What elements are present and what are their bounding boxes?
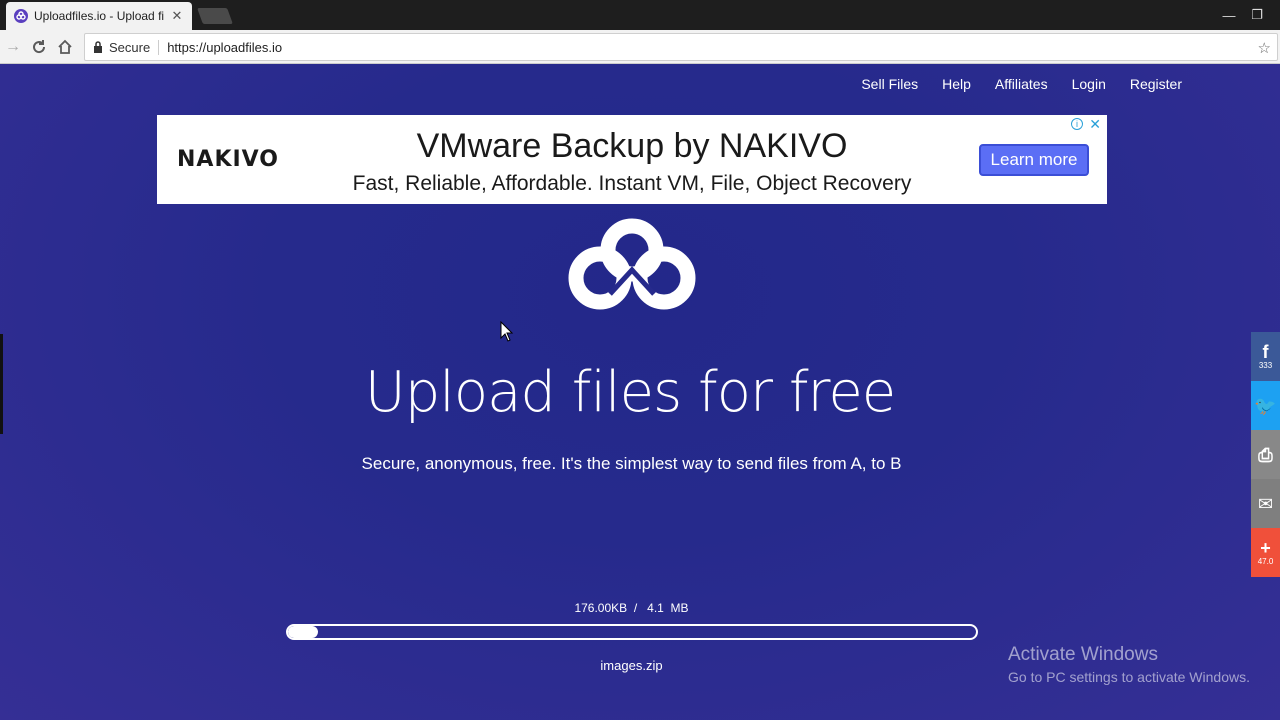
ad-headline[interactable]: VMware Backup by NAKIVO <box>327 127 937 166</box>
favicon-icon <box>14 9 28 23</box>
social-share-bar: f 333 🐦 ⎙ ✉ +47.0 <box>1251 332 1280 577</box>
mouse-cursor-icon <box>500 320 514 348</box>
nav-register[interactable]: Register <box>1130 76 1182 92</box>
share-count: 333 <box>1258 361 1273 370</box>
bookmark-star-icon[interactable]: ☆ <box>1258 39 1271 57</box>
page-subtitle: Secure, anonymous, free. It's the simple… <box>361 454 902 473</box>
secure-label: Secure <box>109 39 160 55</box>
ad-subline: Fast, Reliable, Affordable. Instant VM, … <box>352 172 912 195</box>
windows-activation-watermark: Activate Windows Go to PC settings to ac… <box>1008 644 1250 685</box>
nav-help[interactable]: Help <box>942 76 971 92</box>
page-body: Sell Files Help Affiliates Login Registe… <box>0 64 1280 720</box>
upload-progress-fill <box>288 626 318 638</box>
home-icon[interactable] <box>52 34 78 60</box>
left-edge-tab <box>0 334 3 434</box>
ad-close-icon[interactable]: ✕ <box>1089 116 1101 133</box>
share-more-button[interactable]: +47.0 <box>1251 528 1280 577</box>
back-arrow-icon[interactable]: → <box>0 34 26 60</box>
nav-login[interactable]: Login <box>1072 76 1106 92</box>
lock-icon <box>93 41 103 53</box>
nav-sell-files[interactable]: Sell Files <box>861 76 918 92</box>
ad-brand-logo: NAKIVO <box>177 147 280 172</box>
tab-close-icon[interactable]: ✕ <box>170 8 184 24</box>
upload-progress-bar <box>286 624 978 640</box>
print-icon: ⎙ <box>1258 444 1273 465</box>
page-title: Upload files for free <box>364 360 897 425</box>
top-navigation: Sell Files Help Affiliates Login Registe… <box>837 76 1182 92</box>
watermark-text: Go to PC settings to activate Windows. <box>1008 669 1250 685</box>
ad-learn-more-button[interactable]: Learn more <box>979 144 1089 176</box>
twitter-icon: 🐦 <box>1254 395 1277 416</box>
uploadfiles-logo <box>566 216 698 314</box>
browser-tab[interactable]: Uploadfiles.io - Upload fi ✕ <box>6 2 192 30</box>
tab-title: Uploadfiles.io - Upload fi <box>34 9 165 23</box>
advertisement-banner[interactable]: NAKIVO VMware Backup by NAKIVO Fast, Rel… <box>157 115 1107 204</box>
url-text[interactable]: https://uploadfiles.io <box>167 40 282 55</box>
browser-tab-bar: Uploadfiles.io - Upload fi ✕ — ❐ <box>0 0 1280 30</box>
watermark-title: Activate Windows <box>1008 644 1158 665</box>
restore-button[interactable]: ❐ <box>1234 0 1280 30</box>
upload-progress-text: 176.00KB / 4.1 MB <box>574 601 689 615</box>
share-print-button[interactable]: ⎙ <box>1251 430 1280 479</box>
address-bar[interactable]: Secure https://uploadfiles.io ☆ <box>84 33 1278 61</box>
share-twitter-button[interactable]: 🐦 <box>1251 381 1280 430</box>
new-tab-button[interactable] <box>197 8 233 24</box>
share-email-button[interactable]: ✉ <box>1251 479 1280 528</box>
nav-affiliates[interactable]: Affiliates <box>995 76 1048 92</box>
more-icon: + <box>1260 538 1271 558</box>
facebook-icon: f <box>1262 342 1269 362</box>
share-count: 47.0 <box>1257 557 1274 566</box>
browser-toolbar: → Secure https://uploadfiles.io ☆ <box>0 30 1280 64</box>
share-facebook-button[interactable]: f 333 <box>1251 332 1280 381</box>
email-icon: ✉ <box>1257 493 1274 514</box>
ad-info-icon[interactable]: i <box>1071 118 1083 130</box>
reload-icon[interactable] <box>26 34 52 60</box>
